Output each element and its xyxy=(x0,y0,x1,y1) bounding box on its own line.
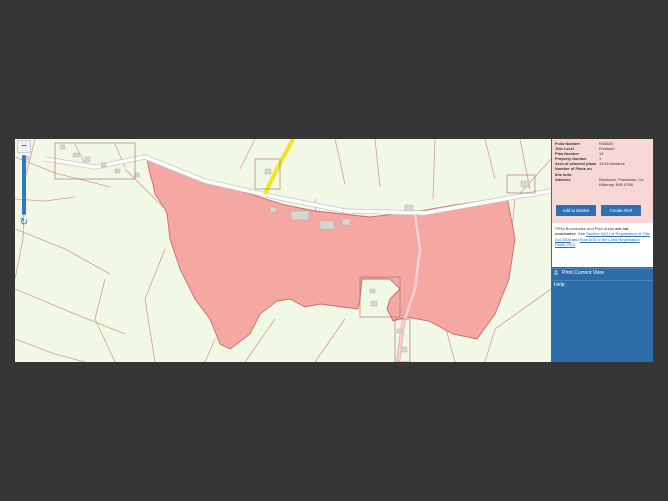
zoom-control: − ↻ xyxy=(17,140,31,228)
map-canvas[interactable]: − ↻ xyxy=(15,139,551,362)
printer-icon: ⎙ xyxy=(554,270,559,276)
menu-label: Help xyxy=(554,282,565,288)
folio-info-label: Number of Plans on this folio: xyxy=(555,166,592,177)
folio-parcel[interactable] xyxy=(146,158,516,350)
folio-info-row: Address Blackacre, Paulstown, Co. Kilkenn… xyxy=(555,177,650,187)
zoom-slider[interactable] xyxy=(22,155,26,215)
menu-label: Print Current View xyxy=(562,270,604,276)
zoom-out-button[interactable]: − xyxy=(17,140,31,153)
menu-label: View Basket xyxy=(562,258,591,264)
folio-info-box: Folio Number KK8520 Title Level Freehold Pla… xyxy=(552,139,653,223)
add-to-basket-button[interactable]: Add to Basket xyxy=(556,205,596,216)
side-panel: Folio Number KK8520 Title Level Freehold Pla… xyxy=(551,139,653,362)
folio-details: Folio Number KK8520 Title Level Freehold Pla… xyxy=(555,141,650,187)
map-viewer: − ↻ Folio Number KK8520 Title Level Freehol… xyxy=(15,139,653,362)
help-menu-item[interactable]: Help xyxy=(554,280,650,291)
folio-info-row: Number of Plans on this folio: xyxy=(555,166,650,176)
basket-icon: ≡ xyxy=(554,258,558,264)
note-prefix: *PRA Boundaries and Plan Areas xyxy=(555,226,616,231)
note-mid: . See xyxy=(575,231,587,237)
print-current-view-menu-item[interactable]: ⎙ Print Current View xyxy=(554,268,650,279)
view-basket-menu-item[interactable]: ≡ View Basket xyxy=(554,256,650,267)
map-layer xyxy=(15,139,551,362)
note-and: and xyxy=(570,236,580,242)
folio-info-label: Address xyxy=(555,176,571,182)
folio-info-value xyxy=(599,166,650,176)
folio-info-value: Blackacre, Paulstown, Co. Kilkenny, R95 … xyxy=(599,176,645,187)
create-alert-button[interactable]: Create Alert xyxy=(601,205,641,216)
rotate-icon[interactable]: ↻ xyxy=(17,217,31,228)
